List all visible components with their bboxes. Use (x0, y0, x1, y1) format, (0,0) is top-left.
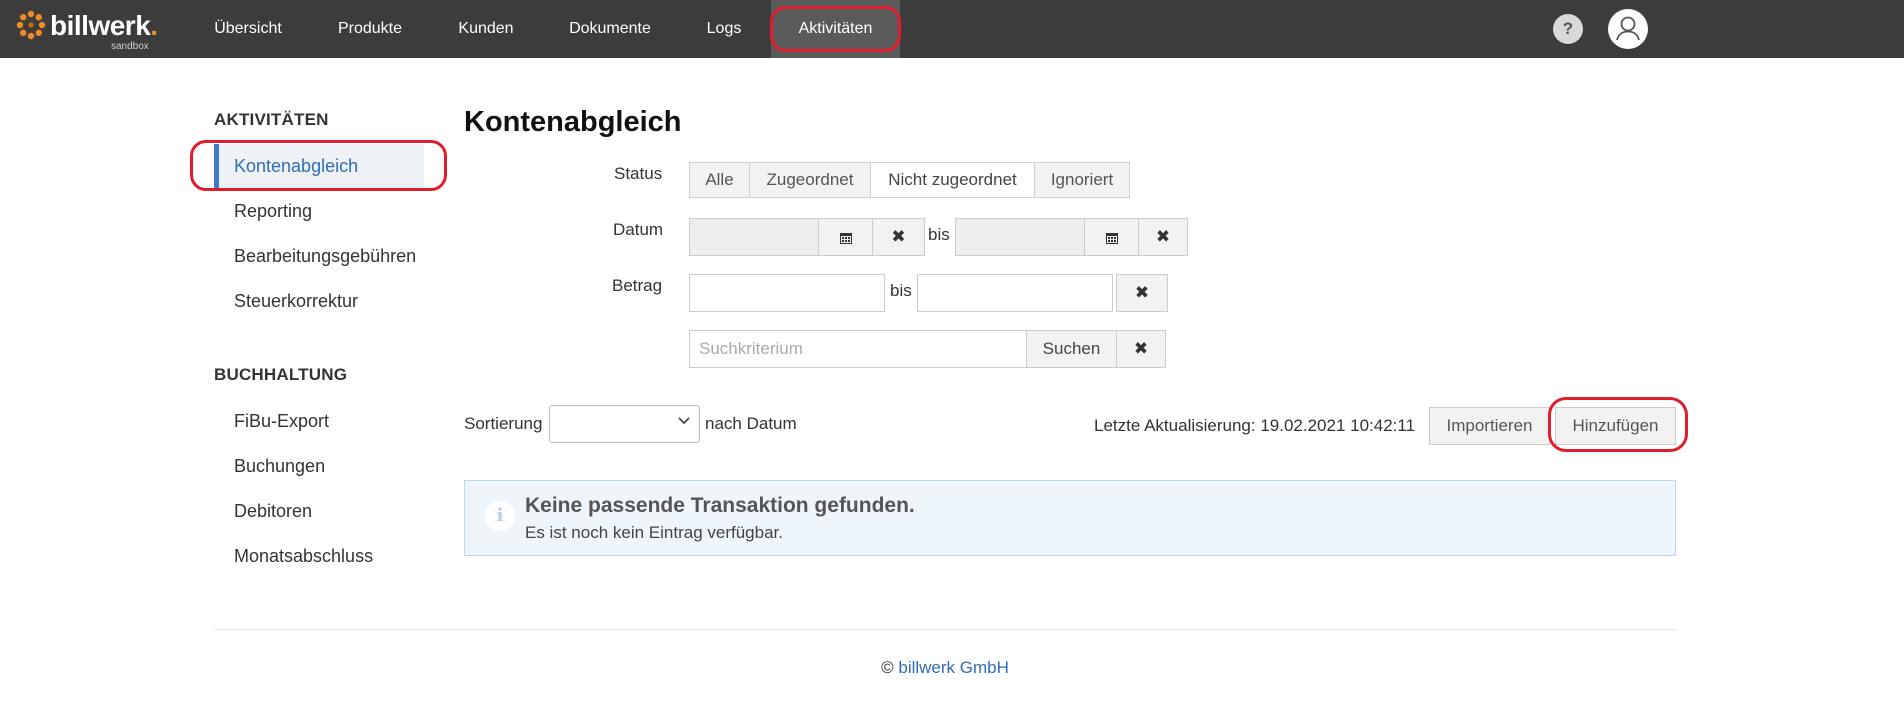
last-update-text: Letzte Aktualisierung: 19.02.2021 10:42:… (1094, 416, 1416, 435)
user-icon[interactable] (1608, 9, 1648, 49)
copyright-symbol: © (881, 658, 894, 677)
nav-aktivitaeten[interactable]: Aktivitäten (771, 0, 900, 58)
status-ignoriert[interactable]: Ignoriert (1034, 162, 1130, 198)
date-range-sep: bis (928, 225, 950, 244)
date-to-clear-button[interactable]: ✖ (1138, 218, 1188, 256)
date-to-calendar-button[interactable] (1084, 218, 1139, 256)
brand-sub: sandbox (111, 41, 149, 52)
notice-title: Keine passende Transaktion gefunden. (525, 494, 915, 517)
billwerk-logo[interactable]: billwerk. sandbox (14, 6, 164, 52)
nav-kunden[interactable]: Kunden (436, 0, 536, 58)
page-title: Kontenabgleich (464, 106, 682, 138)
brand-name: billwerk (50, 10, 151, 41)
search-clear-button[interactable]: ✖ (1116, 330, 1166, 368)
sidebar-item-fibu-export[interactable]: FiBu-Export (214, 399, 424, 443)
top-navbar: billwerk. sandbox Übersicht Produkte Kun… (0, 0, 1904, 58)
search-button[interactable]: Suchen (1026, 330, 1117, 368)
nav-logs[interactable]: Logs (684, 0, 764, 58)
billwerk-logo-icon (16, 10, 46, 40)
date-to-input[interactable] (955, 218, 1085, 256)
sidebar-item-bearbeitungsgebuehren[interactable]: Bearbeitungsgebühren (214, 234, 424, 278)
company-link[interactable]: billwerk GmbH (898, 658, 1009, 677)
status-alle[interactable]: Alle (689, 162, 750, 198)
status-zugeordnet[interactable]: Zugeordnet (749, 162, 871, 198)
sort-label: Sortierung (464, 414, 543, 433)
import-button[interactable]: Importieren (1429, 407, 1550, 445)
date-from-calendar-button[interactable] (818, 218, 873, 256)
help-icon[interactable]: ? (1553, 14, 1583, 44)
amount-from-input[interactable] (689, 274, 885, 312)
footer-divider (214, 629, 1676, 630)
amount-range-sep: bis (890, 281, 912, 300)
nav-uebersicht[interactable]: Übersicht (196, 0, 300, 58)
amount-label: Betrag (612, 276, 663, 295)
sidebar-heading-buchhaltung: BUCHHALTUNG (214, 365, 348, 384)
sort-select[interactable] (549, 405, 700, 443)
nav-produkte[interactable]: Produkte (318, 0, 422, 58)
sidebar-item-buchungen[interactable]: Buchungen (214, 444, 424, 488)
calendar-icon (1105, 232, 1118, 244)
notice-text: Es ist noch kein Eintrag verfügbar. (525, 523, 783, 542)
add-button[interactable]: Hinzufügen (1555, 407, 1676, 445)
clear-icon: ✖ (1133, 339, 1149, 358)
date-label: Datum (613, 220, 664, 239)
clear-icon: ✖ (1155, 227, 1171, 246)
date-from-clear-button[interactable]: ✖ (872, 218, 925, 256)
amount-to-input[interactable] (917, 274, 1113, 312)
chevron-down-icon (677, 413, 691, 432)
nav-dokumente[interactable]: Dokumente (556, 0, 664, 58)
sort-suffix: nach Datum (705, 414, 797, 433)
sidebar-item-kontenabgleich[interactable]: Kontenabgleich (214, 144, 424, 188)
clear-icon: ✖ (891, 227, 906, 246)
sidebar-item-debitoren[interactable]: Debitoren (214, 489, 424, 533)
brand-dot: . (150, 10, 158, 41)
footer: © billwerk GmbH (0, 658, 1890, 678)
status-nicht-zugeordnet[interactable]: Nicht zugeordnet (870, 162, 1035, 198)
calendar-icon (839, 232, 852, 244)
clear-icon: ✖ (1134, 283, 1150, 302)
sidebar-item-reporting[interactable]: Reporting (214, 189, 424, 233)
info-icon: i (485, 501, 515, 531)
sidebar-item-steuerkorrektur[interactable]: Steuerkorrektur (214, 279, 424, 323)
user-avatar-icon (1616, 16, 1640, 41)
amount-clear-button[interactable]: ✖ (1116, 274, 1168, 312)
sidebar-item-monatsabschluss[interactable]: Monatsabschluss (214, 534, 424, 578)
search-input[interactable]: Suchkriterium (689, 330, 1027, 368)
status-label: Status (614, 164, 663, 183)
empty-notice: i Keine passende Transaktion gefunden. E… (464, 480, 1676, 556)
sidebar-heading-aktivitaeten: AKTIVITÄTEN (214, 110, 329, 129)
date-from-input[interactable] (689, 218, 819, 256)
